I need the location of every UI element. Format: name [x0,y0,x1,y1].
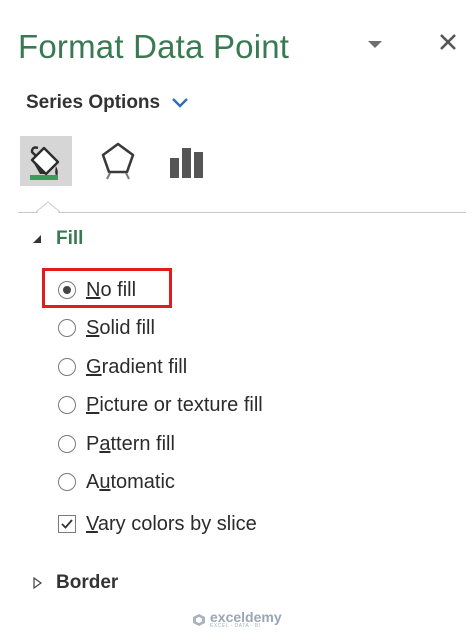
vary-colors-checkbox[interactable] [58,515,76,533]
collapsed-triangle-icon [33,577,42,589]
pattern-fill-option[interactable]: Pattern fill [58,429,175,459]
exceldemy-logo-icon [193,613,205,626]
picture-or-texture-fill-radio[interactable] [58,396,76,414]
tab-divider [18,212,38,213]
series-options-dropdown[interactable]: Series Options [26,92,190,114]
solid-fill-radio[interactable] [58,319,76,337]
expanded-triangle-icon [33,235,41,243]
automatic-option[interactable]: Automatic [58,467,175,497]
watermark-tagline: EXCEL · DATA · BI [210,623,261,629]
tab-effects[interactable] [94,136,142,186]
series-options-label: Series Options [26,92,161,113]
effects-pentagon-icon [101,142,135,180]
format-data-point-pane: Format Data Point Series Options Fill No… [0,0,474,641]
automatic-radio[interactable] [58,473,76,491]
pattern-fill-label: Pattern fill [86,432,175,455]
picture-or-texture-fill-option[interactable]: Picture or texture fill [58,390,263,420]
checkmark-icon [61,519,73,529]
task-pane-options-chevron-icon[interactable] [364,36,386,52]
fill-section-header[interactable]: Fill [32,228,83,250]
series-options-bar-chart-icon [170,148,203,178]
close-icon[interactable] [434,28,462,56]
tab-fill-line[interactable] [20,136,72,186]
picture-or-texture-fill-label: Picture or texture fill [86,393,263,416]
gradient-fill-radio[interactable] [58,358,76,376]
tab-pointer-notch [36,201,60,213]
vary-colors-label: Vary colors by slice [86,512,257,535]
watermark-name: exceldemy [210,609,282,625]
solid-fill-option[interactable]: Solid fill [58,313,155,343]
exceldemy-watermark: exceldemy EXCEL · DATA · BI [192,610,282,629]
automatic-label: Automatic [86,470,175,493]
pattern-fill-radio[interactable] [58,435,76,453]
tab-divider [58,212,466,213]
no-fill-label: No fill [86,278,137,301]
gradient-fill-label: Gradient fill [86,355,188,378]
no-fill-option[interactable]: No fill [58,275,136,305]
border-section-header[interactable]: Border [32,572,118,594]
solid-fill-label: Solid fill [86,316,155,339]
border-section-label: Border [56,572,119,593]
tab-series-options[interactable] [164,136,212,186]
fill-line-bucket-icon [30,146,60,180]
pane-title: Format Data Point [18,28,290,65]
fill-section-label: Fill [56,228,84,249]
vary-colors-by-slice-option[interactable]: Vary colors by slice [58,509,257,539]
no-fill-radio[interactable] [58,281,76,299]
chevron-down-icon [172,98,188,108]
gradient-fill-option[interactable]: Gradient fill [58,352,187,382]
